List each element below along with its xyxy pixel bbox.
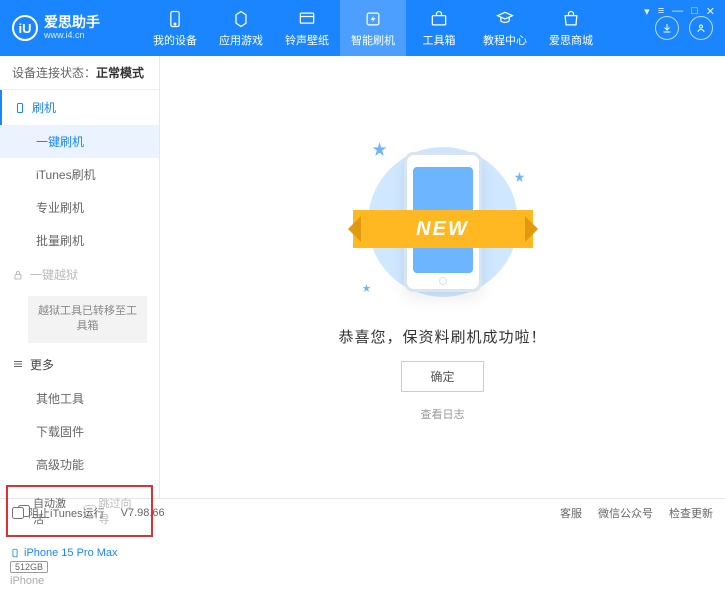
section-flash[interactable]: 刷机 xyxy=(0,90,159,125)
sidebar: 设备连接状态：正常模式 刷机 一键刷机 iTunes刷机 专业刷机 批量刷机 一… xyxy=(0,56,160,498)
version-label: V7.98.66 xyxy=(121,507,165,519)
store-icon xyxy=(561,9,581,29)
sidebar-item-download-fw[interactable]: 下载固件 xyxy=(0,415,159,448)
jailbreak-notice: 越狱工具已转移至工具箱 xyxy=(28,296,147,343)
user-button[interactable] xyxy=(689,16,713,40)
apps-icon xyxy=(231,9,251,29)
main-content: NEW 恭喜您，保资料刷机成功啦！ 确定 查看日志 xyxy=(160,56,725,498)
phone-icon xyxy=(165,9,185,29)
flash-icon xyxy=(363,9,383,29)
window-controls: ▾ ≡ — □ ✕ xyxy=(644,5,715,18)
footer-support[interactable]: 客服 xyxy=(560,505,582,521)
sidebar-item-onekey-flash[interactable]: 一键刷机 xyxy=(0,125,159,158)
nav-store[interactable]: 爱思商城 xyxy=(538,0,604,56)
sidebar-item-pro-flash[interactable]: 专业刷机 xyxy=(0,191,159,224)
logo-icon: iU xyxy=(12,15,38,41)
footer-update[interactable]: 检查更新 xyxy=(669,505,713,521)
nav-apps[interactable]: 应用游戏 xyxy=(208,0,274,56)
device-status: 设备连接状态：正常模式 xyxy=(0,56,159,90)
phone-small-icon xyxy=(14,102,26,114)
ok-button[interactable]: 确定 xyxy=(401,361,483,392)
logo-area: iU 爱思助手 www.i4.cn xyxy=(12,15,142,41)
minimize-icon[interactable]: — xyxy=(672,5,683,18)
device-icon xyxy=(10,547,20,559)
view-log-link[interactable]: 查看日志 xyxy=(421,406,465,422)
sidebar-item-other-tools[interactable]: 其他工具 xyxy=(0,382,159,415)
section-jailbreak[interactable]: 一键越狱 xyxy=(0,257,159,292)
nav-tutorials[interactable]: 教程中心 xyxy=(472,0,538,56)
block-itunes-checkbox[interactable]: 阻止iTunes运行 xyxy=(12,505,105,521)
close-icon[interactable]: ✕ xyxy=(706,5,715,18)
app-name: 爱思助手 xyxy=(44,15,100,30)
device-storage: 512GB xyxy=(10,561,48,573)
nav-my-device[interactable]: 我的设备 xyxy=(142,0,208,56)
section-more[interactable]: 更多 xyxy=(0,347,159,382)
media-icon xyxy=(297,9,317,29)
list-icon[interactable]: ≡ xyxy=(658,5,664,18)
footer-wechat[interactable]: 微信公众号 xyxy=(598,505,653,521)
tutorial-icon xyxy=(495,9,515,29)
app-header: iU 爱思助手 www.i4.cn 我的设备 应用游戏 铃声壁纸 智能刷机 工具… xyxy=(0,0,725,56)
app-url: www.i4.cn xyxy=(44,31,100,41)
download-button[interactable] xyxy=(655,16,679,40)
nav-toolbox[interactable]: 工具箱 xyxy=(406,0,472,56)
sidebar-item-itunes-flash[interactable]: iTunes刷机 xyxy=(0,158,159,191)
sidebar-item-batch-flash[interactable]: 批量刷机 xyxy=(0,224,159,257)
nav-ringtones[interactable]: 铃声壁纸 xyxy=(274,0,340,56)
device-model: iPhone xyxy=(10,575,149,587)
sidebar-item-advanced[interactable]: 高级功能 xyxy=(0,448,159,481)
menu-icon[interactable]: ▾ xyxy=(644,5,650,18)
maximize-icon[interactable]: □ xyxy=(691,5,698,18)
toolbox-icon xyxy=(429,9,449,29)
device-name: iPhone 15 Pro Max xyxy=(24,547,118,559)
success-message: 恭喜您，保资料刷机成功啦！ xyxy=(338,326,546,347)
new-ribbon: NEW xyxy=(353,210,533,248)
more-icon xyxy=(12,358,24,370)
success-illustration: NEW xyxy=(343,132,543,312)
device-info: iPhone 15 Pro Max 512GB iPhone xyxy=(0,541,159,593)
lock-icon xyxy=(12,269,24,281)
nav-flash[interactable]: 智能刷机 xyxy=(340,0,406,56)
top-nav: 我的设备 应用游戏 铃声壁纸 智能刷机 工具箱 教程中心 爱思商城 xyxy=(142,0,604,56)
